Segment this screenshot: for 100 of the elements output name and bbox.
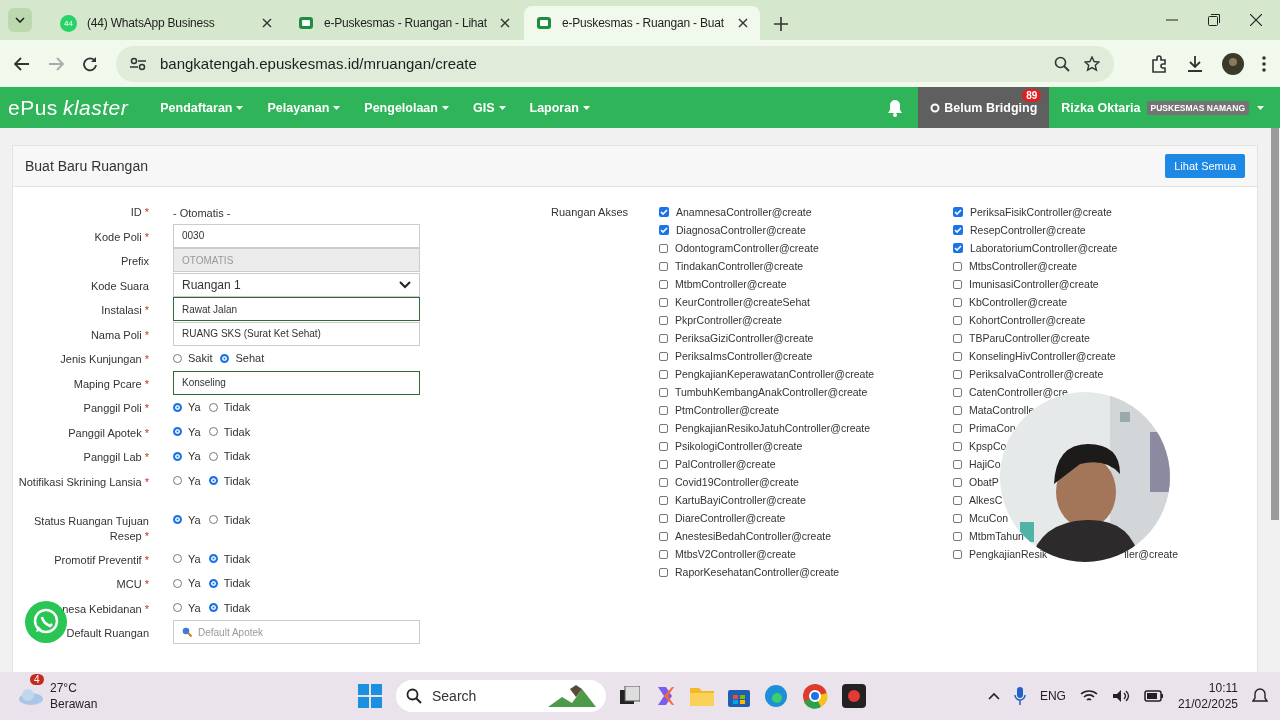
- checkbox-label[interactable]: PalController@create: [675, 458, 776, 470]
- checkbox[interactable]: [659, 459, 668, 469]
- checkbox-label[interactable]: TumbuhKembangAnakController@create: [675, 386, 868, 398]
- checkbox[interactable]: [659, 225, 669, 235]
- checkbox[interactable]: [953, 207, 963, 217]
- browser-tab[interactable]: e-Puskesmas - Ruangan - Lihat: [286, 6, 522, 40]
- checkbox-label[interactable]: TBParuController@create: [969, 332, 1090, 344]
- checkbox[interactable]: [659, 243, 668, 253]
- select-field[interactable]: Konseling: [173, 370, 420, 395]
- checkbox-label[interactable]: ImunisasiController@create: [969, 278, 1099, 290]
- radio-option[interactable]: Ya: [173, 425, 201, 438]
- checkbox-label[interactable]: PeriksaFisikController@create: [970, 206, 1112, 218]
- checkbox-label[interactable]: KohortController@create: [969, 314, 1086, 326]
- language-indicator[interactable]: ENG: [1039, 689, 1066, 703]
- checkbox-label[interactable]: CatenController@cre: [969, 386, 1068, 398]
- checkbox-label[interactable]: MtbmTahun: [969, 530, 1024, 542]
- checkbox[interactable]: [659, 387, 668, 397]
- radio-option[interactable]: Ya: [173, 552, 201, 565]
- checkbox-label[interactable]: PrimaCon: [969, 422, 1016, 434]
- checkbox[interactable]: [953, 549, 962, 559]
- checkbox-label[interactable]: DiagnosaController@create: [676, 224, 806, 236]
- checkbox-label[interactable]: PkprController@create: [675, 314, 782, 326]
- checkbox[interactable]: [953, 495, 962, 505]
- checkbox[interactable]: [659, 513, 668, 523]
- view-all-button[interactable]: Lihat Semua: [1165, 154, 1245, 178]
- checkbox-label[interactable]: LaboratoriumController@create: [970, 242, 1118, 254]
- radio-option[interactable]: Tidak: [208, 552, 251, 565]
- browser-tab[interactable]: e-Puskesmas - Ruangan - Buat: [524, 6, 760, 40]
- radio-option[interactable]: Sehat: [220, 352, 265, 364]
- checkbox[interactable]: [953, 477, 962, 487]
- checkbox-label[interactable]: MataControlle: [969, 404, 1035, 416]
- checkbox-label[interactable]: DiareController@create: [675, 512, 786, 524]
- checkbox-label[interactable]: MtbmController@create: [675, 278, 787, 290]
- checkbox-label[interactable]: PengkajianKeperawatanController@create: [675, 368, 875, 380]
- checkbox-label[interactable]: TindakanController@create: [675, 260, 804, 272]
- clock-time[interactable]: 10:11: [1208, 680, 1238, 696]
- checkbox-label[interactable]: KeurController@createSehat: [675, 296, 810, 308]
- checkbox[interactable]: [953, 297, 962, 307]
- text-field[interactable]: 0030: [173, 223, 420, 248]
- checkbox-label[interactable]: MtbsController@create: [969, 260, 1078, 272]
- checkbox[interactable]: [953, 459, 962, 469]
- checkbox[interactable]: [953, 315, 962, 325]
- checkbox-label[interactable]: PengkajianResik: [969, 548, 1048, 560]
- checkbox[interactable]: [953, 405, 962, 415]
- checkbox[interactable]: [659, 477, 668, 487]
- checkbox-label[interactable]: PsikologiController@create: [675, 440, 803, 452]
- checkbox-label[interactable]: HajiCo: [969, 458, 1001, 470]
- checkbox-label[interactable]: KpspCo: [969, 440, 1007, 452]
- checkbox-label[interactable]: AnamnesaController@create: [676, 206, 812, 218]
- checkbox-label[interactable]: McuCon: [969, 512, 1009, 524]
- checkbox[interactable]: [659, 423, 668, 433]
- checkbox-label[interactable]: MtbsV2Controller@create: [675, 548, 796, 560]
- checkbox[interactable]: [659, 495, 668, 505]
- checkbox-label[interactable]: OdontogramController@create: [675, 242, 819, 254]
- radio-option[interactable]: Tidak: [208, 513, 251, 526]
- checkbox-label[interactable]: KonselingHivController@create: [969, 350, 1116, 362]
- radio-option[interactable]: Ya: [173, 450, 201, 462]
- radio-option[interactable]: Tidak: [208, 601, 251, 614]
- checkbox[interactable]: [953, 279, 962, 289]
- checkbox[interactable]: [659, 441, 668, 451]
- checkbox-label[interactable]: ller@create: [1124, 548, 1179, 560]
- checkbox-label[interactable]: Covid19Controller@create: [675, 476, 799, 488]
- clock-date[interactable]: 21/02/2025: [1177, 696, 1238, 712]
- checkbox[interactable]: [953, 243, 963, 253]
- checkbox-label[interactable]: PeriksaImsController@create: [675, 350, 813, 362]
- checkbox[interactable]: [953, 225, 963, 235]
- checkbox-label[interactable]: PeriksaGiziController@create: [675, 332, 814, 344]
- checkbox[interactable]: [659, 531, 668, 541]
- radio-option[interactable]: Tidak: [208, 425, 251, 438]
- checkbox[interactable]: [659, 567, 668, 577]
- tab-list-button[interactable]: [8, 8, 32, 32]
- checkbox[interactable]: [953, 261, 962, 271]
- address-bar[interactable]: bangkatengah.epuskesmas.id/mruangan/create: [116, 45, 1114, 82]
- bridging-button[interactable]: Belum Bridging 89: [918, 87, 1050, 128]
- checkbox-label[interactable]: RaporKesehatanController@create: [675, 566, 840, 578]
- checkbox-label[interactable]: KbController@create: [969, 296, 1068, 308]
- radio-option[interactable]: Ya: [173, 401, 201, 413]
- text-field[interactable]: RUANG SKS (Surat Ket Sehat): [173, 321, 420, 346]
- radio-option[interactable]: Sakit: [173, 352, 213, 364]
- radio-option[interactable]: Ya: [173, 577, 201, 589]
- checkbox[interactable]: [953, 441, 962, 451]
- checkbox[interactable]: [659, 405, 668, 415]
- radio-option[interactable]: Tidak: [208, 450, 251, 462]
- radio-option[interactable]: Ya: [173, 474, 201, 487]
- checkbox[interactable]: [953, 369, 962, 379]
- checkbox-label[interactable]: ResepController@create: [970, 224, 1086, 236]
- checkbox-label[interactable]: AnestesiBedahController@create: [675, 530, 831, 542]
- checkbox[interactable]: [953, 387, 962, 397]
- checkbox[interactable]: [953, 351, 962, 361]
- checkbox[interactable]: [659, 261, 668, 271]
- checkbox-label[interactable]: PeriksaIvaController@create: [969, 368, 1104, 380]
- checkbox[interactable]: [953, 531, 962, 541]
- checkbox[interactable]: [659, 297, 668, 307]
- checkbox[interactable]: [953, 333, 962, 343]
- checkbox-label[interactable]: KartuBayiController@create: [675, 494, 806, 506]
- checkbox[interactable]: [953, 423, 962, 433]
- checkbox[interactable]: [659, 549, 668, 559]
- checkbox-label[interactable]: PtmController@create: [675, 404, 780, 416]
- checkbox[interactable]: [659, 351, 668, 361]
- checkbox-label[interactable]: ObatP: [969, 476, 999, 488]
